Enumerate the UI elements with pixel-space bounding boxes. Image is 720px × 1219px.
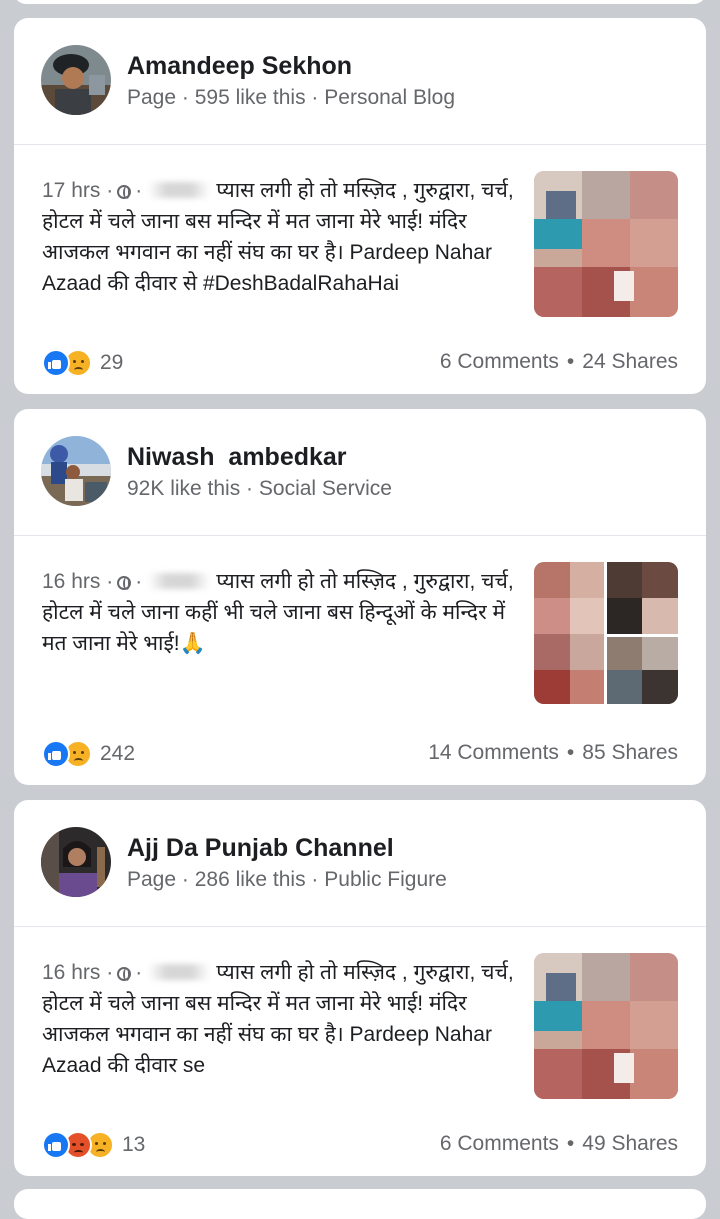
shares-count[interactable]: 85 Shares bbox=[582, 741, 678, 764]
post-card[interactable]: Amandeep Sekhon Page · 595 like this · P… bbox=[14, 18, 706, 394]
globe-icon bbox=[117, 185, 132, 199]
page-avatar[interactable] bbox=[41, 436, 111, 506]
post-stats: 14 Comments • 85 Shares bbox=[428, 741, 678, 765]
pixelated-image bbox=[534, 562, 678, 704]
separator: • bbox=[566, 350, 575, 373]
reaction-summary[interactable]: 13 bbox=[42, 1130, 145, 1160]
post-stats: 6 Comments • 49 Shares bbox=[440, 1132, 678, 1156]
comments-count[interactable]: 14 Comments bbox=[428, 741, 559, 764]
page-name[interactable]: Amandeep Sekhon bbox=[127, 52, 352, 81]
redacted-name bbox=[148, 573, 211, 589]
avatar-image bbox=[41, 436, 111, 506]
pixelated-image bbox=[534, 953, 678, 1099]
page-avatar[interactable] bbox=[41, 45, 111, 115]
like-icon bbox=[42, 1131, 70, 1159]
page-name[interactable]: Ajj Da Punjab Channel bbox=[127, 834, 394, 863]
separator: • bbox=[566, 1132, 575, 1155]
page-meta: Page · 286 like this · Public Figure bbox=[127, 868, 447, 891]
reaction-count: 29 bbox=[100, 351, 124, 374]
page-avatar[interactable] bbox=[41, 827, 111, 897]
post-card[interactable]: Niwash ambedkar 92K like this · Social S… bbox=[14, 409, 706, 785]
reaction-count: 13 bbox=[122, 1133, 146, 1156]
reaction-summary[interactable]: 29 bbox=[42, 348, 123, 378]
post-body[interactable]: 16 hrs · · प्यास लगी हो तो मस्ज़िद , गुरुद… bbox=[14, 927, 706, 1099]
shares-count[interactable]: 24 Shares bbox=[582, 350, 678, 373]
post-thumbnail[interactable] bbox=[534, 953, 678, 1099]
post-header: Amandeep Sekhon Page · 595 like this · P… bbox=[14, 18, 706, 145]
post-body[interactable]: 16 hrs · · प्यास लगी हो तो मस्ज़िद , गुरुद… bbox=[14, 536, 706, 704]
post-footer: 242 14 Comments • 85 Shares bbox=[14, 725, 706, 785]
post-stats: 6 Comments • 24 Shares bbox=[440, 350, 678, 374]
like-icon bbox=[42, 349, 70, 377]
post-timestamp[interactable]: 16 hrs bbox=[42, 961, 100, 984]
post-header: Ajj Da Punjab Channel Page · 286 like th… bbox=[14, 800, 706, 927]
post-content: 17 hrs · · प्यास लगी हो तो मस्ज़िद , गुरुद… bbox=[42, 179, 514, 295]
comments-count[interactable]: 6 Comments bbox=[440, 350, 559, 373]
post-header: Niwash ambedkar 92K like this · Social S… bbox=[14, 409, 706, 536]
post-body[interactable]: 17 hrs · · प्यास लगी हो तो मस्ज़िद , गुरुद… bbox=[14, 145, 706, 317]
separator: • bbox=[566, 741, 575, 764]
pixelated-image bbox=[534, 171, 678, 317]
post-content: 16 hrs · · प्यास लगी हो तो मस्ज़िद , गुरुद… bbox=[42, 570, 514, 655]
like-icon bbox=[42, 740, 70, 768]
post-thumbnail[interactable] bbox=[534, 171, 678, 317]
post-footer: 29 6 Comments • 24 Shares bbox=[14, 334, 706, 394]
redacted-name bbox=[148, 964, 211, 980]
post-thumbnail[interactable] bbox=[534, 562, 678, 704]
shares-count[interactable]: 49 Shares bbox=[582, 1132, 678, 1155]
post-card[interactable]: Ajj Da Punjab Channel Page · 286 like th… bbox=[14, 800, 706, 1176]
globe-icon bbox=[117, 576, 132, 590]
page-name[interactable]: Niwash ambedkar bbox=[127, 443, 347, 472]
avatar-image bbox=[41, 45, 111, 115]
post-timestamp[interactable]: 16 hrs bbox=[42, 570, 100, 593]
comments-count[interactable]: 6 Comments bbox=[440, 1132, 559, 1155]
page-meta: Page · 595 like this · Personal Blog bbox=[127, 86, 456, 109]
page-meta: 92K like this · Social Service bbox=[127, 477, 392, 500]
reaction-summary[interactable]: 242 bbox=[42, 739, 135, 769]
reaction-count: 242 bbox=[100, 742, 136, 765]
redacted-name bbox=[148, 182, 211, 198]
previous-post-card bbox=[14, 0, 706, 4]
post-content: 16 hrs · · प्यास लगी हो तो मस्ज़िद , गुरुद… bbox=[42, 961, 514, 1077]
avatar-image bbox=[41, 827, 111, 897]
globe-icon bbox=[117, 967, 132, 981]
post-timestamp[interactable]: 17 hrs bbox=[42, 179, 100, 202]
post-footer: 13 6 Comments • 49 Shares bbox=[14, 1116, 706, 1176]
next-post-card bbox=[14, 1189, 706, 1219]
